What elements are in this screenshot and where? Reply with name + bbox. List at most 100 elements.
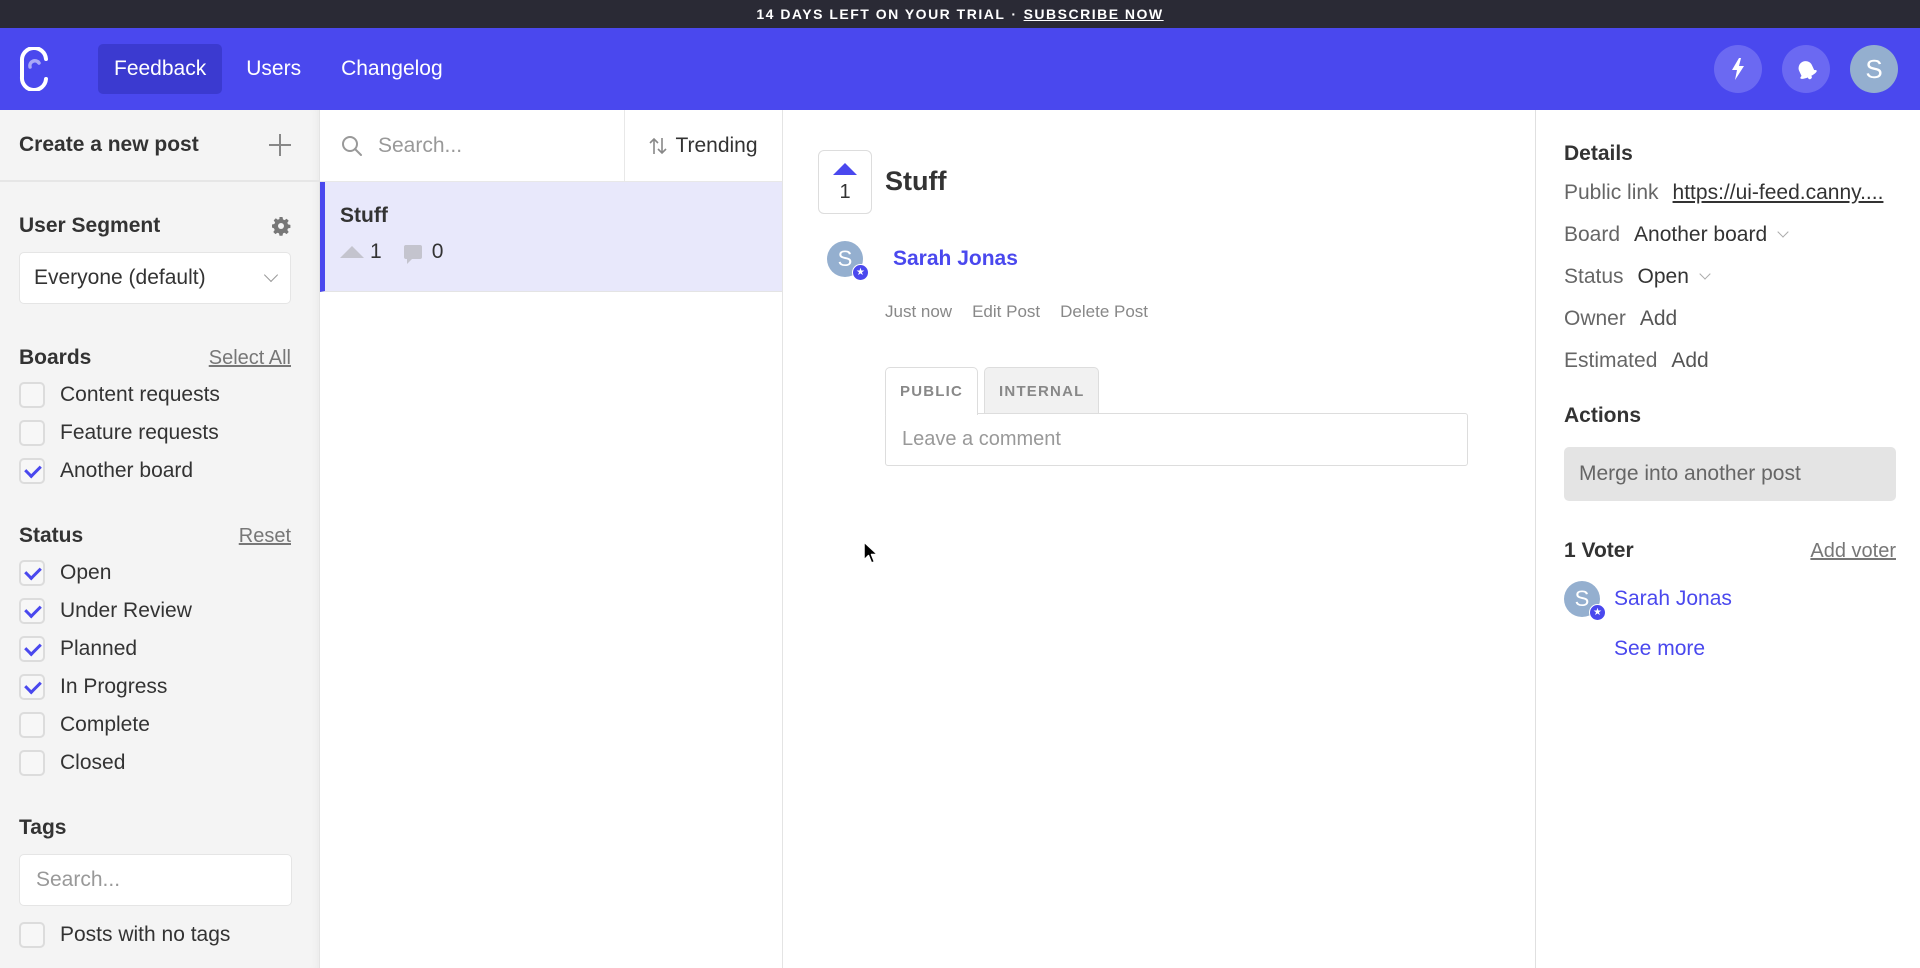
status-label: Complete bbox=[60, 713, 150, 736]
actions-title: Actions bbox=[1564, 404, 1642, 427]
status-filter-planned[interactable]: Planned bbox=[19, 630, 300, 668]
voter-item: S ★ Sarah Jonas bbox=[1564, 581, 1920, 621]
vote-count: 1 bbox=[370, 240, 382, 263]
comment-icon bbox=[403, 245, 422, 264]
checkbox[interactable] bbox=[19, 420, 45, 446]
user-avatar-button[interactable]: S bbox=[1850, 45, 1898, 93]
estimated-row: Estimated Add bbox=[1564, 340, 1920, 382]
trial-banner-text: 14 DAYS LEFT ON YOUR TRIAL bbox=[756, 6, 1006, 22]
sort-arrows-icon bbox=[649, 137, 668, 154]
main-nav: Feedback Users Changelog bbox=[98, 44, 459, 94]
status-label: Under Review bbox=[60, 599, 192, 622]
filter-sidebar: Create a new post User Segment Everyone … bbox=[0, 110, 320, 968]
checkbox-checked[interactable] bbox=[19, 560, 45, 586]
sort-dropdown[interactable]: Trending bbox=[625, 110, 782, 181]
upvote-arrow-icon bbox=[833, 163, 857, 175]
voter-name-link[interactable]: Sarah Jonas bbox=[1614, 587, 1732, 611]
gear-icon[interactable] bbox=[271, 216, 291, 236]
chevron-down-icon bbox=[1777, 226, 1789, 238]
chevron-down-icon bbox=[1699, 268, 1711, 280]
owner-row: Owner Add bbox=[1564, 298, 1920, 340]
board-row: Board Another board bbox=[1564, 214, 1920, 256]
add-owner-button[interactable]: Add bbox=[1640, 307, 1677, 331]
trial-banner-separator: · bbox=[1011, 6, 1018, 22]
status-filter-under-review[interactable]: Under Review bbox=[19, 592, 300, 630]
whats-new-button[interactable] bbox=[1714, 45, 1762, 93]
checkbox[interactable] bbox=[19, 750, 45, 776]
board-filter-content-requests[interactable]: Content requests bbox=[19, 376, 300, 414]
user-segment-select[interactable]: Everyone (default) bbox=[19, 252, 291, 304]
checkbox[interactable] bbox=[19, 712, 45, 738]
post-timestamp: Just now bbox=[885, 302, 953, 321]
checkbox-checked[interactable] bbox=[19, 458, 45, 484]
board-dropdown[interactable]: Another board bbox=[1634, 223, 1789, 247]
status-filter-in-progress[interactable]: In Progress bbox=[19, 668, 300, 706]
reset-status-link[interactable]: Reset bbox=[239, 525, 291, 548]
tab-public[interactable]: PUBLIC bbox=[885, 367, 979, 415]
voter-avatar: S ★ bbox=[1564, 581, 1606, 621]
status-filter-closed[interactable]: Closed bbox=[19, 744, 300, 782]
status-row: Status Open bbox=[1564, 256, 1920, 298]
see-more-voters-link[interactable]: See more bbox=[1614, 637, 1705, 661]
board-filter-another-board[interactable]: Another board bbox=[19, 452, 300, 490]
nav-feedback[interactable]: Feedback bbox=[98, 44, 223, 94]
status-filter-open[interactable]: Open bbox=[19, 554, 300, 592]
checkbox-checked[interactable] bbox=[19, 598, 45, 624]
checkbox[interactable] bbox=[19, 922, 45, 948]
tags-list: Posts with no tags bbox=[0, 916, 319, 954]
boards-header: Boards Select All bbox=[0, 346, 319, 370]
voters-header: 1 Voter Add voter bbox=[1564, 539, 1896, 563]
upvote-button[interactable]: 1 bbox=[818, 150, 872, 214]
top-nav-bar: Feedback Users Changelog S bbox=[0, 28, 1920, 110]
canny-logo-icon[interactable] bbox=[16, 46, 50, 92]
public-link-row: Public link https://ui-feed.canny.... bbox=[1564, 172, 1920, 214]
tags-search-input[interactable] bbox=[19, 854, 292, 906]
plus-icon[interactable] bbox=[269, 134, 291, 156]
comment-input[interactable] bbox=[886, 414, 1467, 465]
delete-post-link[interactable]: Delete Post bbox=[1060, 302, 1148, 322]
subscribe-now-link[interactable]: SUBSCRIBE NOW bbox=[1024, 6, 1164, 22]
tab-internal[interactable]: INTERNAL bbox=[984, 367, 1100, 414]
create-post-label: Create a new post bbox=[19, 133, 199, 156]
create-post-button[interactable]: Create a new post bbox=[0, 110, 319, 182]
checkbox[interactable] bbox=[19, 382, 45, 408]
status-list: Open Under Review Planned In Progress Co… bbox=[0, 554, 319, 782]
author-name-link[interactable]: Sarah Jonas bbox=[893, 247, 1018, 271]
post-list-item-title: Stuff bbox=[340, 204, 388, 227]
comment-composer bbox=[885, 413, 1468, 466]
public-link-label: Public link bbox=[1564, 181, 1659, 204]
chevron-down-icon bbox=[263, 267, 279, 283]
nav-changelog[interactable]: Changelog bbox=[325, 44, 459, 94]
comment-tabs: PUBLIC INTERNAL bbox=[885, 367, 1100, 415]
checkbox-checked[interactable] bbox=[19, 674, 45, 700]
status-filter-complete[interactable]: Complete bbox=[19, 706, 300, 744]
checkbox-checked[interactable] bbox=[19, 636, 45, 662]
edit-post-link[interactable]: Edit Post bbox=[972, 302, 1040, 322]
public-link[interactable]: https://ui-feed.canny.... bbox=[1673, 181, 1884, 205]
status-dropdown[interactable]: Open bbox=[1638, 265, 1711, 289]
board-label: Content requests bbox=[60, 383, 220, 406]
voters-title: 1 Voter bbox=[1564, 539, 1634, 562]
status-label: Open bbox=[60, 561, 112, 584]
board-label: Board bbox=[1564, 223, 1621, 246]
tag-label: Posts with no tags bbox=[60, 923, 231, 946]
merge-post-button[interactable]: Merge into another post bbox=[1564, 447, 1896, 501]
notifications-button[interactable] bbox=[1782, 45, 1830, 93]
nav-users[interactable]: Users bbox=[230, 44, 317, 94]
tag-filter-no-tags[interactable]: Posts with no tags bbox=[19, 916, 300, 954]
boards-list: Content requests Feature requests Anothe… bbox=[0, 376, 319, 490]
status-label: Status bbox=[1564, 265, 1624, 288]
tags-title: Tags bbox=[19, 816, 67, 839]
add-estimate-button[interactable]: Add bbox=[1671, 349, 1708, 373]
user-segment-header: User Segment bbox=[0, 214, 319, 238]
search-icon bbox=[342, 135, 362, 156]
post-list-item-selected[interactable]: Stuff 1 0 bbox=[320, 182, 782, 292]
add-voter-link[interactable]: Add voter bbox=[1810, 540, 1896, 563]
post-search bbox=[320, 110, 625, 181]
status-label: Closed bbox=[60, 751, 126, 774]
post-search-input[interactable] bbox=[378, 133, 598, 158]
board-filter-feature-requests[interactable]: Feature requests bbox=[19, 414, 300, 452]
estimated-label: Estimated bbox=[1564, 349, 1658, 372]
star-badge-icon: ★ bbox=[852, 264, 869, 281]
select-all-boards-link[interactable]: Select All bbox=[209, 347, 291, 370]
